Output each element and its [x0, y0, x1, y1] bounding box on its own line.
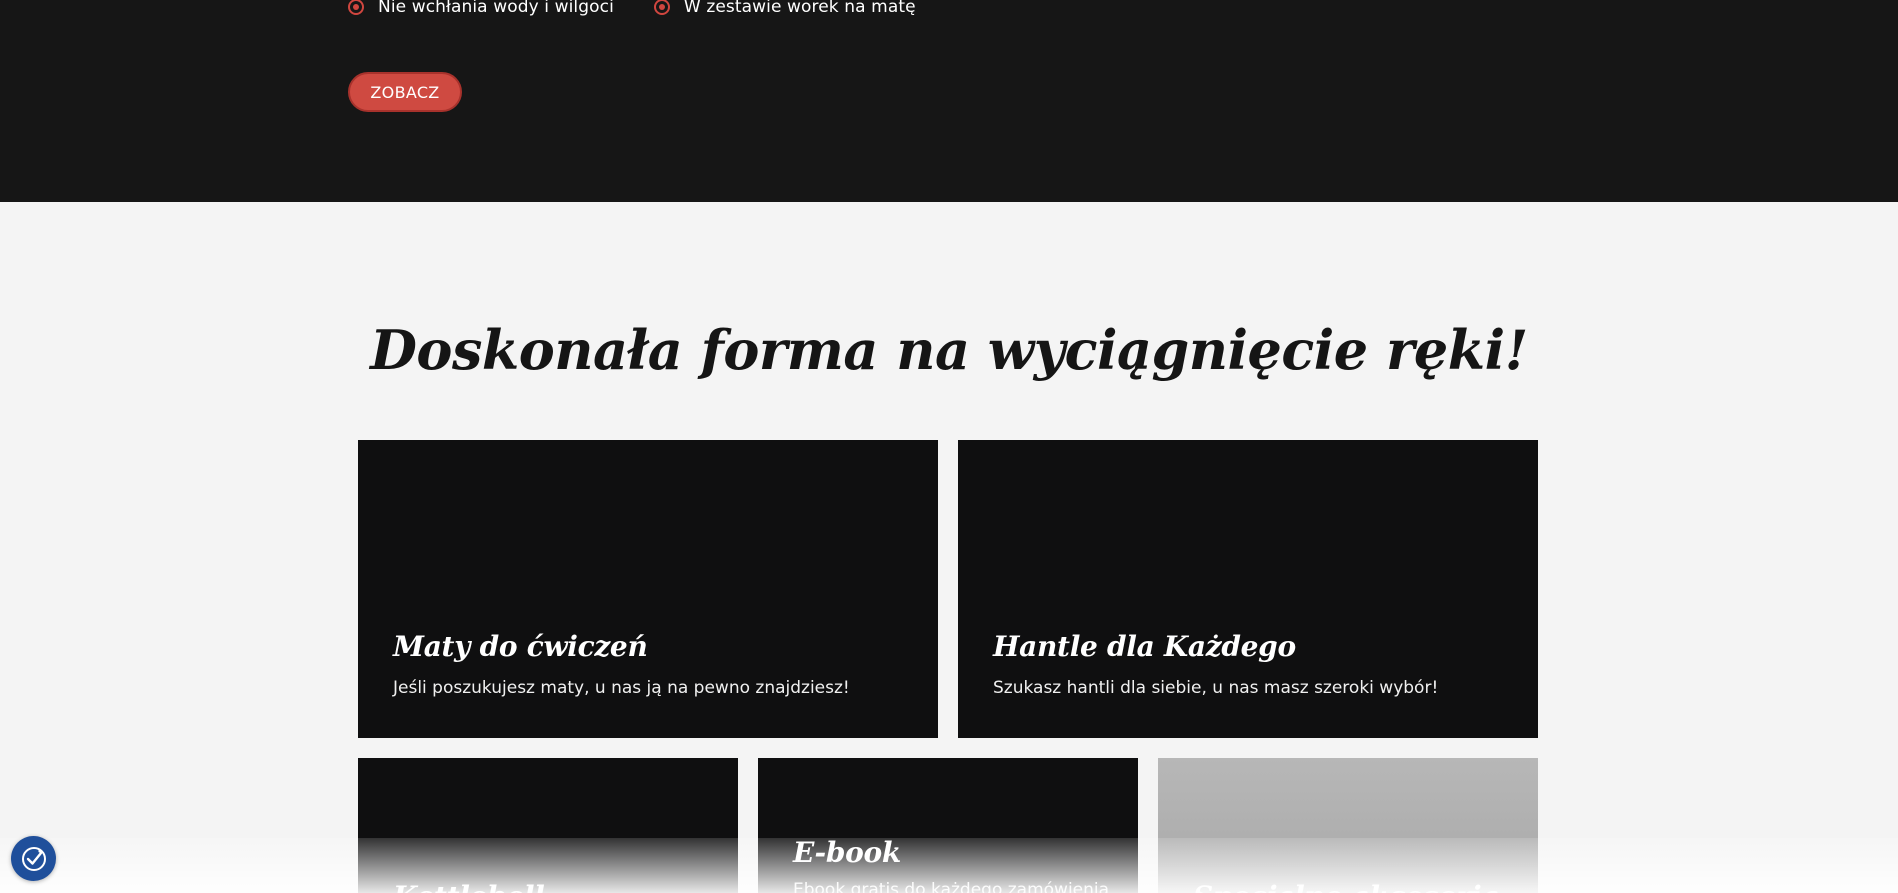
category-card-ebook[interactable]: E-book Ebook gratis do każdego zamówieni…: [758, 758, 1138, 893]
category-card-accessories[interactable]: Specjalne akcesoria: [1158, 758, 1538, 893]
card-title: Hantle dla Każdego: [993, 630, 1296, 663]
feature-item: Nie wchłania wody i wilgoci: [348, 0, 614, 17]
see-more-button[interactable]: ZOBACZ: [348, 72, 462, 112]
card-title: Kettlebell: [393, 880, 545, 893]
card-title: Maty do ćwiczeń: [393, 630, 648, 663]
card-title: E-book: [793, 836, 902, 869]
card-title: Specjalne akcesoria: [1193, 880, 1499, 893]
section-title: Doskonała forma na wyciągnięcie ręki!: [370, 318, 1528, 382]
category-card-dumbbells[interactable]: Hantle dla Każdego Szukasz hantli dla si…: [958, 440, 1538, 738]
target-icon: [653, 0, 670, 15]
accessibility-icon: [21, 846, 46, 871]
feature-item: W zestawie worek na matę: [653, 0, 916, 17]
card-description: Szukasz hantli dla siebie, u nas masz sz…: [993, 678, 1439, 698]
target-icon: [348, 0, 364, 15]
accessibility-button[interactable]: [11, 836, 56, 881]
card-description: Jeśli poszukujesz maty, u nas ją na pewn…: [393, 678, 850, 698]
feature-list: Nie wchłania wody i wilgoci W zestawie w…: [348, 0, 956, 17]
feature-text: Nie wchłania wody i wilgoci: [378, 0, 614, 17]
feature-text: W zestawie worek na matę: [683, 0, 916, 17]
category-card-kettlebell[interactable]: Kettlebell: [358, 758, 738, 893]
card-description: Ebook gratis do każdego zamówienia: [793, 880, 1110, 893]
category-card-mats[interactable]: Maty do ćwiczeń Jeśli poszukujesz maty, …: [358, 440, 938, 738]
hero-section: Nie wchłania wody i wilgoci W zestawie w…: [0, 0, 1898, 202]
